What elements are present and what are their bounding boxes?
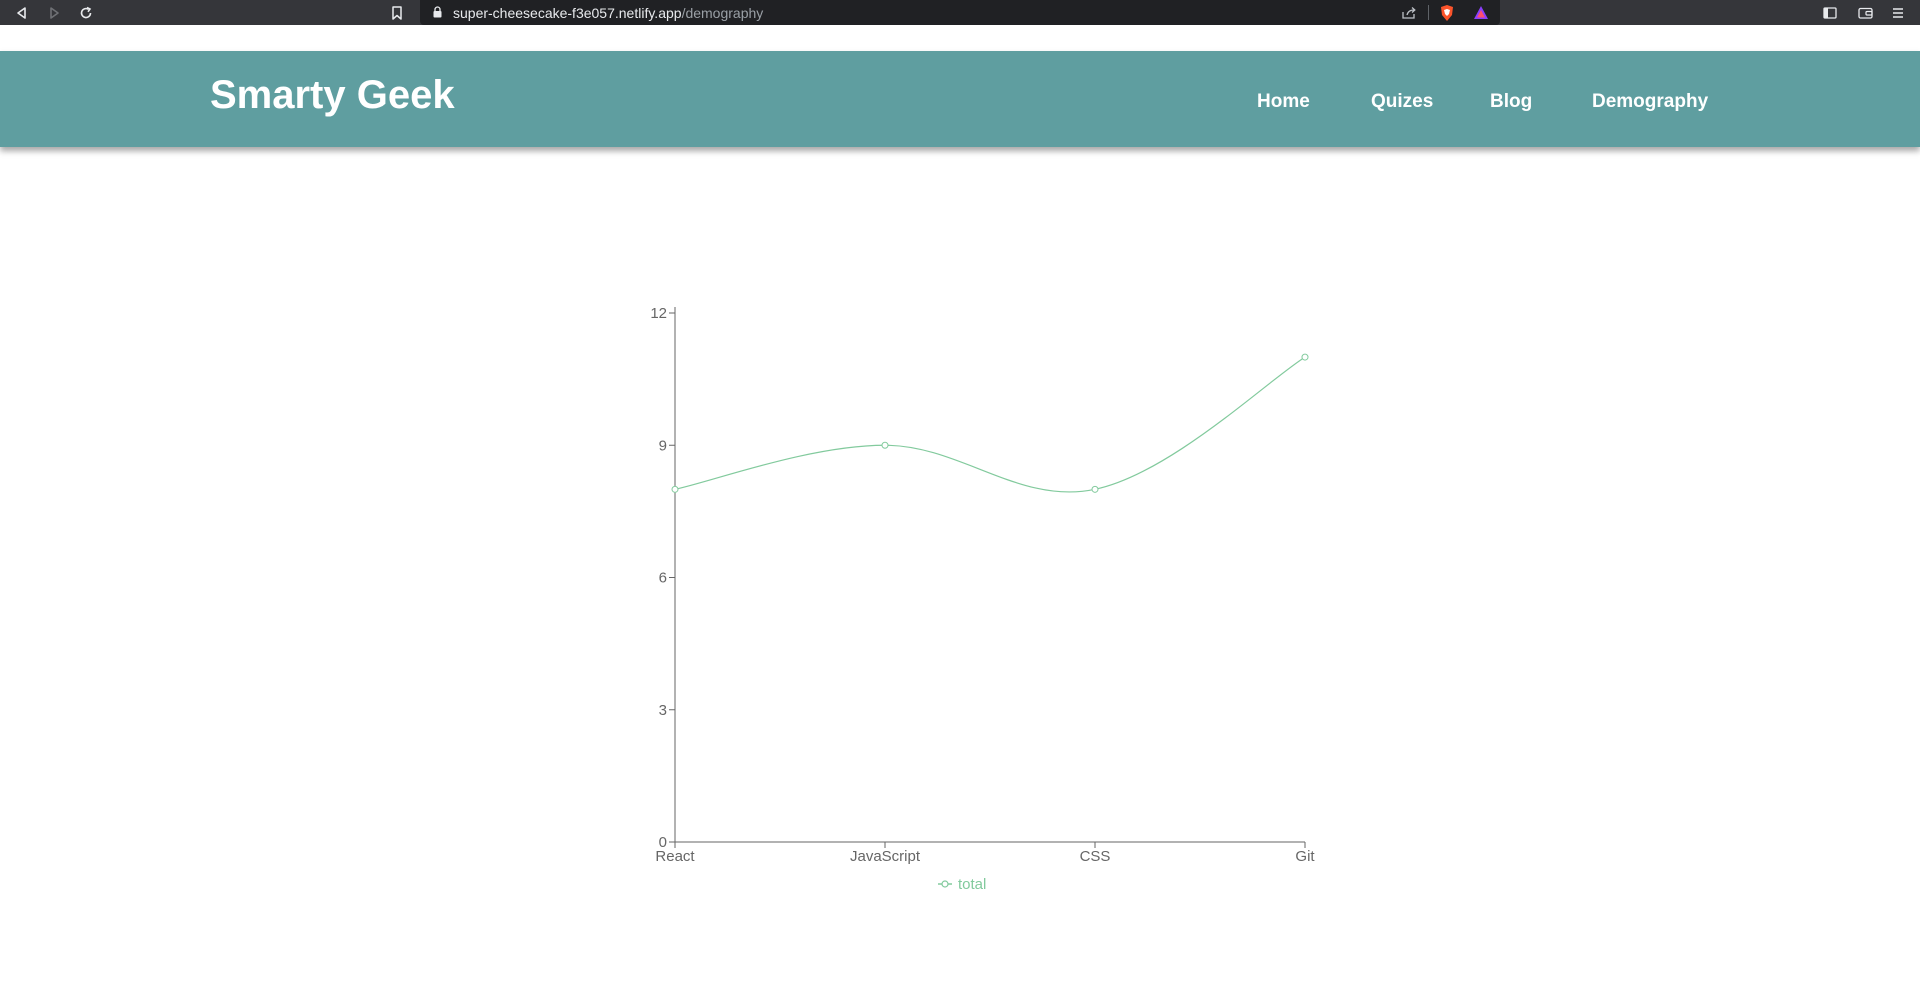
bookmark-icon[interactable] (387, 3, 407, 23)
browser-toolbar: super-cheesecake-f3e057.netlify.app/demo… (0, 0, 1920, 25)
brand-logo[interactable]: Smarty Geek (210, 73, 455, 118)
nav-home[interactable]: Home (1257, 91, 1310, 113)
nav-blog[interactable]: Blog (1490, 91, 1532, 113)
x-tick-label: CSS (1080, 848, 1111, 865)
demography-chart: 0 3 6 9 12 React JavaScript CSS Git total (600, 280, 1360, 920)
x-tick-label: Git (1295, 848, 1315, 865)
y-tick-label: 9 (659, 437, 667, 454)
data-point-css (1091, 485, 1099, 493)
forward-icon[interactable] (44, 3, 64, 23)
menu-icon[interactable] (1888, 3, 1908, 23)
lock-icon (433, 6, 442, 18)
brave-shield-icon[interactable] (1438, 4, 1456, 22)
url-host: super-cheesecake-f3e057.netlify.app (453, 5, 682, 21)
reload-icon[interactable] (76, 3, 96, 23)
share-icon[interactable] (1400, 4, 1418, 22)
nav-quizes[interactable]: Quizes (1371, 91, 1433, 113)
legend-label: total (958, 876, 986, 893)
data-point-git (1301, 353, 1309, 361)
address-bar[interactable]: super-cheesecake-f3e057.netlify.app/demo… (420, 0, 1500, 25)
url-path: /demography (681, 5, 764, 21)
data-point-javascript (881, 441, 889, 449)
url-text[interactable]: super-cheesecake-f3e057.netlify.app/demo… (453, 5, 763, 21)
x-tick-label: JavaScript (850, 848, 921, 865)
data-point-react (671, 485, 679, 493)
y-tick-label: 3 (659, 702, 667, 719)
site-header: Smarty Geek Home Quizes Blog Demography (0, 51, 1920, 147)
series-line-total (674, 356, 1306, 493)
sidebar-icon[interactable] (1820, 3, 1840, 23)
address-divider (1428, 5, 1429, 20)
nav-demography[interactable]: Demography (1592, 91, 1708, 113)
y-tick-label: 12 (650, 305, 667, 322)
wallet-icon[interactable] (1855, 3, 1875, 23)
y-tick-label: 6 (659, 570, 667, 587)
legend-marker-icon (941, 880, 949, 888)
line-chart: 036912React JavaScript CSS Gittotal (650, 305, 1315, 893)
brave-rewards-icon[interactable] (1472, 4, 1490, 22)
back-icon[interactable] (12, 3, 32, 23)
x-tick-label: React (655, 848, 695, 865)
